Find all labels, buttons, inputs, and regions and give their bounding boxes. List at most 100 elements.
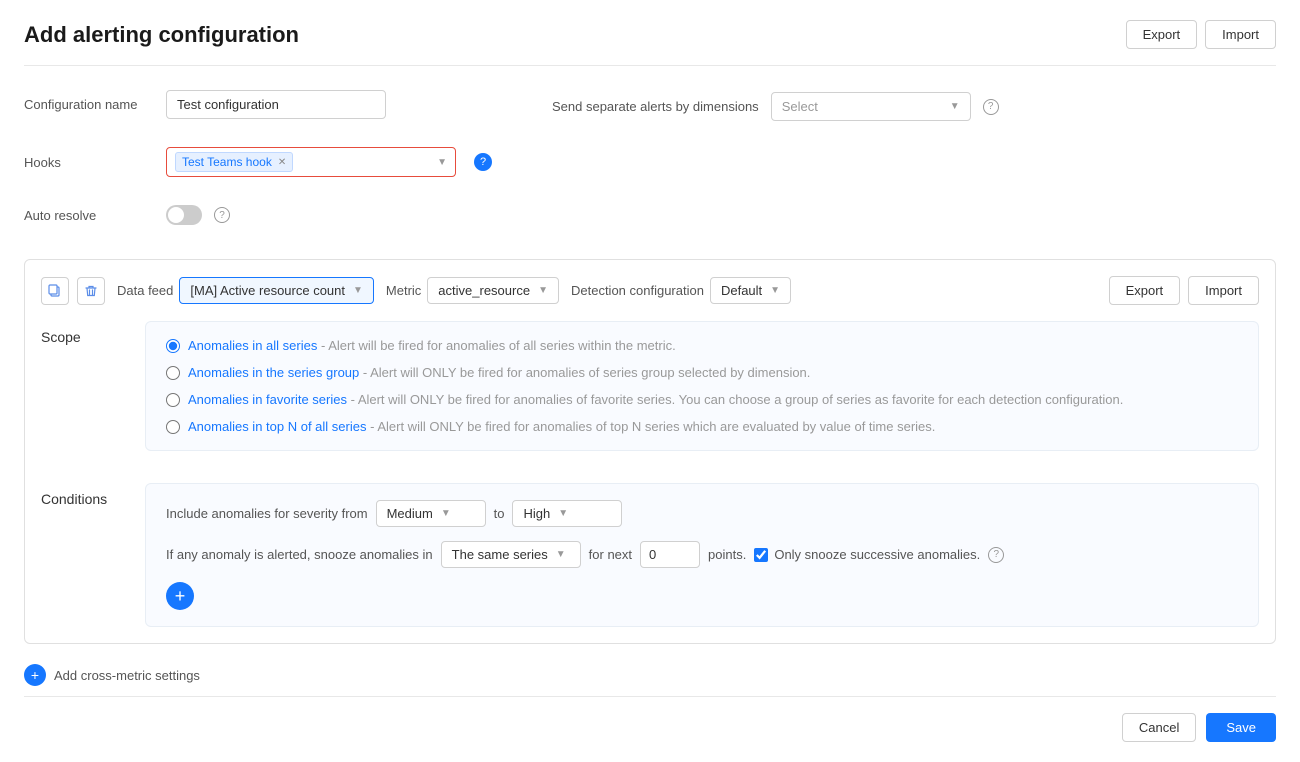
send-separate-placeholder: Select bbox=[782, 99, 818, 114]
save-button[interactable]: Save bbox=[1206, 713, 1276, 742]
add-condition-button[interactable]: + bbox=[166, 582, 194, 610]
datafeed-field: Data feed [MA] Active resource count ▼ bbox=[117, 277, 374, 304]
scope-desc-favorite: - Alert will ONLY be fired for anomalies… bbox=[351, 392, 1124, 407]
snooze-series-value: The same series bbox=[452, 547, 548, 562]
scope-radio-favorite[interactable] bbox=[166, 393, 180, 407]
scope-desc-series-group: - Alert will ONLY be fired for anomalies… bbox=[363, 365, 811, 380]
severity-from-arrow: ▼ bbox=[441, 508, 451, 519]
hooks-row: Hooks Test Teams hook ✕ ▼ ? bbox=[24, 147, 492, 177]
scope-radio-series-group[interactable] bbox=[166, 366, 180, 380]
toggle-knob bbox=[168, 207, 184, 223]
snooze-points-input[interactable] bbox=[640, 541, 700, 568]
card-export-button[interactable]: Export bbox=[1109, 276, 1181, 305]
hooks-select[interactable]: Test Teams hook ✕ ▼ bbox=[166, 147, 456, 177]
send-separate-help-icon[interactable]: ? bbox=[983, 99, 999, 115]
auto-resolve-label: Auto resolve bbox=[24, 208, 154, 223]
card-toolbar: Data feed [MA] Active resource count ▼ M… bbox=[41, 276, 1259, 305]
toolbar-icons bbox=[41, 277, 105, 305]
scope-radio-top-n[interactable] bbox=[166, 420, 180, 434]
cross-metric-row: + Add cross-metric settings bbox=[24, 664, 1276, 686]
hooks-tag-close[interactable]: ✕ bbox=[278, 157, 286, 168]
snooze-row: If any anomaly is alerted, snooze anomal… bbox=[166, 541, 1238, 568]
auto-resolve-row: Auto resolve ? bbox=[24, 205, 492, 225]
severity-row: Include anomalies for severity from Medi… bbox=[166, 500, 1238, 527]
card-export-import: Export Import bbox=[1109, 276, 1259, 305]
page-container: Add alerting configuration Export Import… bbox=[0, 0, 1300, 762]
form-left: Configuration name Hooks Test Teams hook… bbox=[24, 90, 492, 239]
metric-value: active_resource bbox=[438, 283, 530, 298]
snooze-points-label: points. bbox=[708, 547, 746, 562]
scope-option-top-n: Anomalies in top N of all series - Alert… bbox=[166, 419, 1238, 434]
send-separate-select[interactable]: Select ▼ bbox=[771, 92, 971, 121]
config-name-label: Configuration name bbox=[24, 97, 154, 112]
card-import-button[interactable]: Import bbox=[1188, 276, 1259, 305]
scope-option-all-series: Anomalies in all series - Alert will be … bbox=[166, 338, 1238, 353]
only-successive-checkbox[interactable] bbox=[754, 548, 768, 562]
hooks-tag-text: Test Teams hook bbox=[182, 155, 272, 169]
scope-option-favorite: Anomalies in favorite series - Alert wil… bbox=[166, 392, 1238, 407]
send-separate-label: Send separate alerts by dimensions bbox=[552, 99, 759, 114]
detection-value: Default bbox=[721, 283, 762, 298]
main-card: Data feed [MA] Active resource count ▼ M… bbox=[24, 259, 1276, 644]
hooks-help-icon[interactable]: ? bbox=[474, 153, 492, 171]
send-separate-arrow: ▼ bbox=[950, 101, 960, 112]
severity-from-select[interactable]: Medium ▼ bbox=[376, 500, 486, 527]
scope-option-series-group: Anomalies in the series group - Alert wi… bbox=[166, 365, 1238, 380]
conditions-title-wrapper: Conditions bbox=[41, 483, 121, 627]
detection-label: Detection configuration bbox=[571, 283, 704, 298]
hooks-label: Hooks bbox=[24, 155, 154, 170]
metric-arrow: ▼ bbox=[538, 285, 548, 296]
scope-main-favorite: Anomalies in favorite series bbox=[188, 392, 347, 407]
cancel-button[interactable]: Cancel bbox=[1122, 713, 1196, 742]
copy-icon-button[interactable] bbox=[41, 277, 69, 305]
severity-from-label: Include anomalies for severity from bbox=[166, 506, 368, 521]
severity-to-select[interactable]: High ▼ bbox=[512, 500, 622, 527]
scope-label-favorite: Anomalies in favorite series - Alert wil… bbox=[188, 392, 1123, 407]
metric-field: Metric active_resource ▼ bbox=[386, 277, 559, 304]
page-header: Add alerting configuration Export Import bbox=[24, 20, 1276, 66]
top-form: Configuration name Hooks Test Teams hook… bbox=[24, 90, 1276, 239]
hooks-tag: Test Teams hook ✕ bbox=[175, 152, 293, 172]
datafeed-select[interactable]: [MA] Active resource count ▼ bbox=[179, 277, 374, 304]
config-name-row: Configuration name bbox=[24, 90, 492, 119]
scope-main-top-n: Anomalies in top N of all series bbox=[188, 419, 366, 434]
metric-select[interactable]: active_resource ▼ bbox=[427, 277, 559, 304]
conditions-title: Conditions bbox=[41, 491, 107, 507]
scope-label-all-series: Anomalies in all series - Alert will be … bbox=[188, 338, 676, 353]
scope-section: Scope Anomalies in all series - Alert wi… bbox=[41, 321, 1259, 467]
page-title: Add alerting configuration bbox=[24, 22, 299, 48]
scope-radio-group: Anomalies in all series - Alert will be … bbox=[166, 338, 1238, 434]
detection-arrow: ▼ bbox=[770, 285, 780, 296]
auto-resolve-toggle[interactable] bbox=[166, 205, 202, 225]
snooze-series-select[interactable]: The same series ▼ bbox=[441, 541, 581, 568]
scope-label-series-group: Anomalies in the series group - Alert wi… bbox=[188, 365, 810, 380]
config-name-input[interactable] bbox=[166, 90, 386, 119]
only-successive-wrapper: Only snooze successive anomalies. bbox=[754, 547, 980, 562]
severity-to-label: to bbox=[494, 506, 505, 521]
scope-conditions-wrapper: Scope Anomalies in all series - Alert wi… bbox=[41, 321, 1259, 467]
scope-desc-top-n: - Alert will ONLY be fired for anomalies… bbox=[370, 419, 935, 434]
scope-main-all-series: Anomalies in all series bbox=[188, 338, 317, 353]
snooze-series-arrow: ▼ bbox=[556, 549, 566, 560]
scope-main-series-group: Anomalies in the series group bbox=[188, 365, 359, 380]
export-button[interactable]: Export bbox=[1126, 20, 1198, 49]
severity-to-arrow: ▼ bbox=[558, 508, 568, 519]
datafeed-arrow: ▼ bbox=[353, 285, 363, 296]
scope-radio-all-series[interactable] bbox=[166, 339, 180, 353]
severity-to-value: High bbox=[523, 506, 550, 521]
severity-from-value: Medium bbox=[387, 506, 433, 521]
only-successive-label: Only snooze successive anomalies. bbox=[774, 547, 980, 562]
import-button[interactable]: Import bbox=[1205, 20, 1276, 49]
snooze-for-label: for next bbox=[589, 547, 632, 562]
detection-select[interactable]: Default ▼ bbox=[710, 277, 791, 304]
auto-resolve-help-icon[interactable]: ? bbox=[214, 207, 230, 223]
datafeed-value: [MA] Active resource count bbox=[190, 283, 345, 298]
snooze-help-icon[interactable]: ? bbox=[988, 547, 1004, 563]
conditions-box: Include anomalies for severity from Medi… bbox=[145, 483, 1259, 627]
delete-icon-button[interactable] bbox=[77, 277, 105, 305]
cross-metric-add-button[interactable]: + bbox=[24, 664, 46, 686]
scope-label-top-n: Anomalies in top N of all series - Alert… bbox=[188, 419, 935, 434]
detection-field: Detection configuration Default ▼ bbox=[571, 277, 791, 304]
cross-metric-label: Add cross-metric settings bbox=[54, 668, 200, 683]
hooks-dropdown-arrow[interactable]: ▼ bbox=[431, 157, 447, 168]
